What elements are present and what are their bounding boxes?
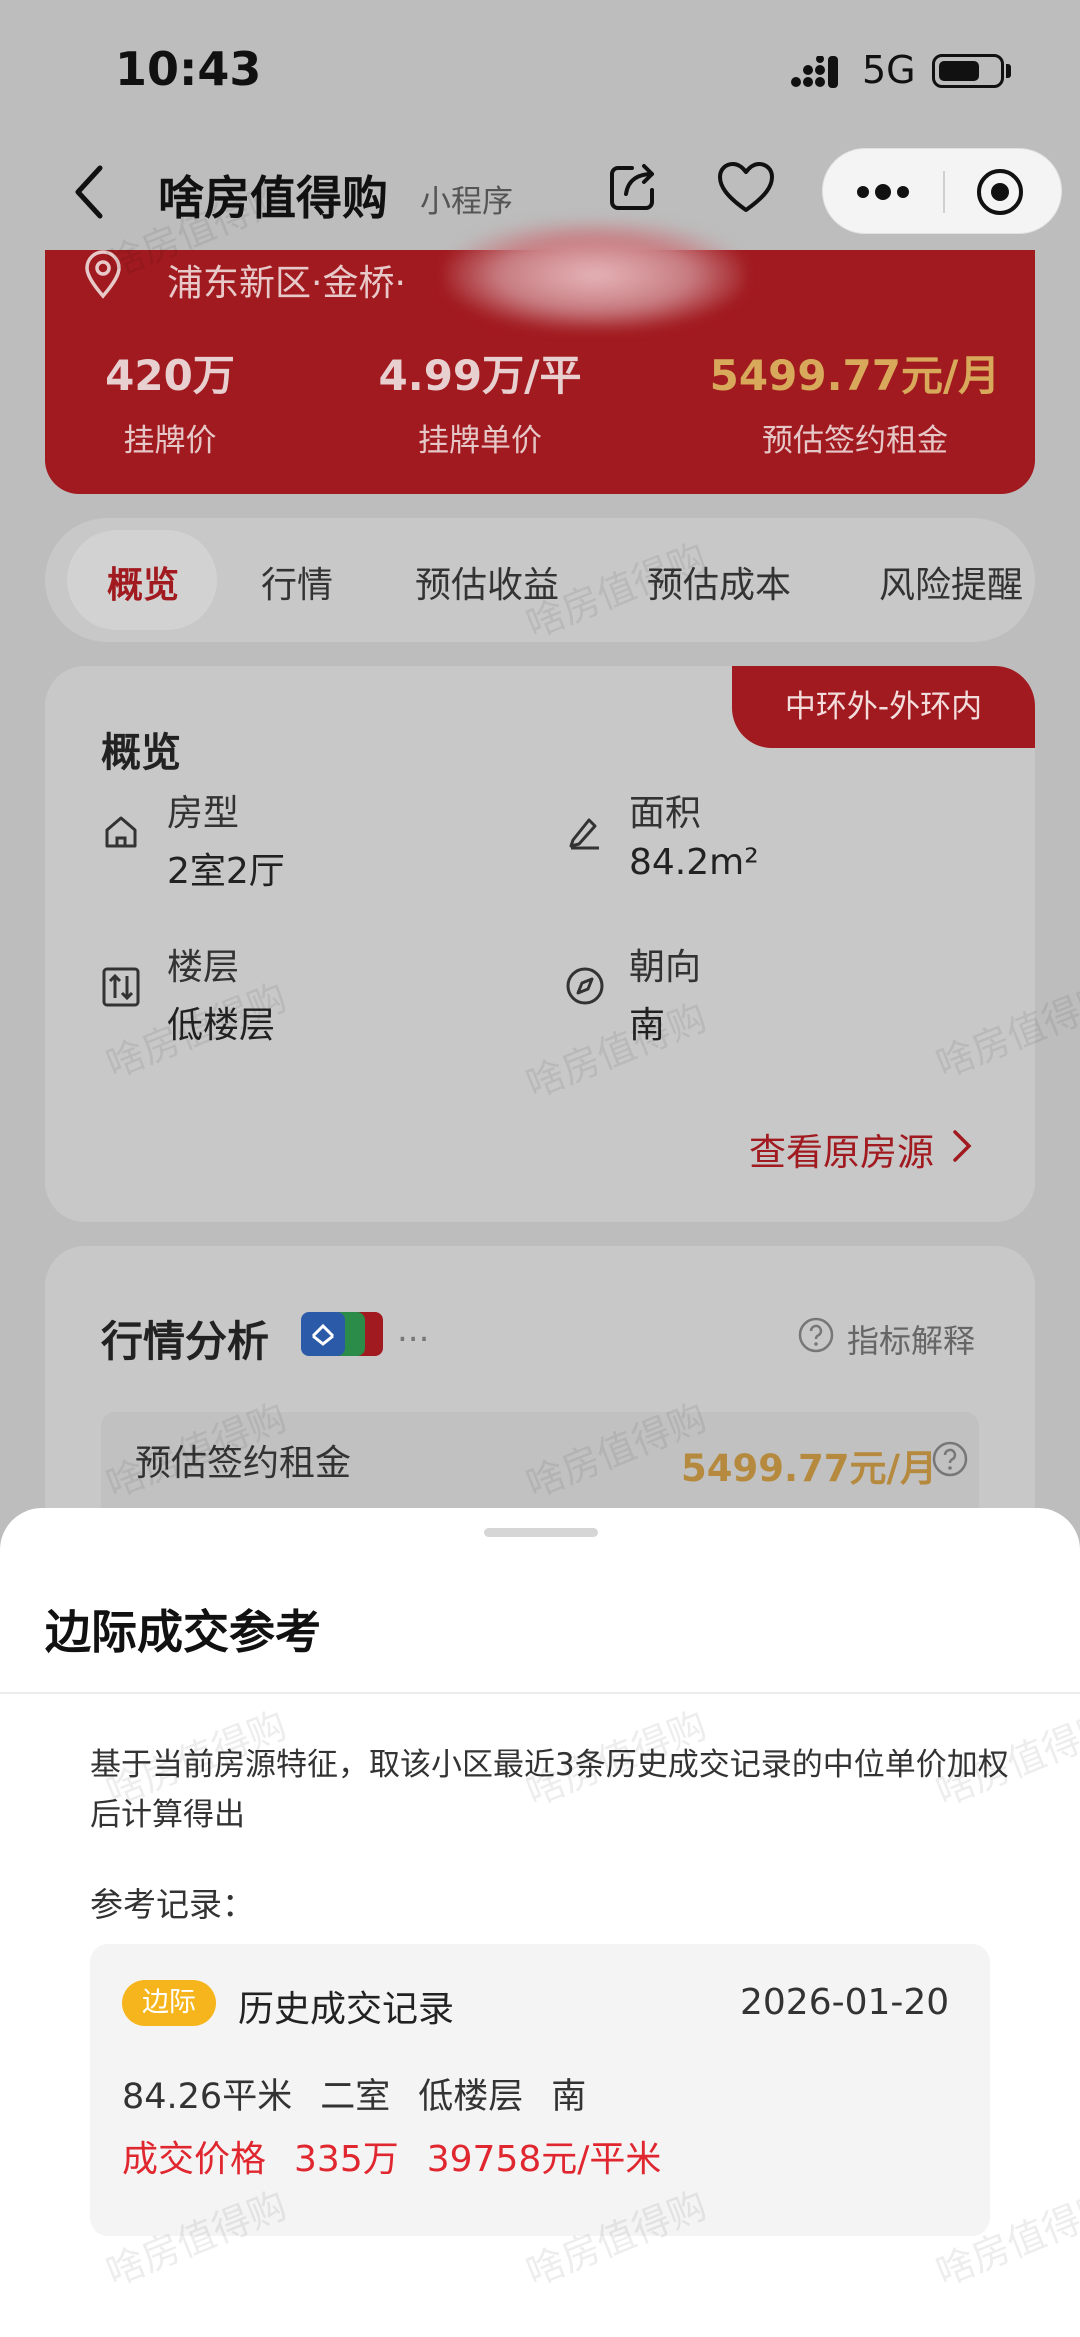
battery-icon [932,54,1004,88]
overview-title: 概览 [101,730,181,776]
area-label: 面积 [629,793,702,834]
record-price-label: 成交价格 [122,2139,267,2180]
record-orientation: 南 [551,2077,587,2117]
record-unit-price: 39758元/平米 [426,2139,662,2180]
indicator-explain-link[interactable]: 指标解释 [847,1316,975,1362]
signal-icon [791,56,838,88]
record-price: 335万 [294,2139,399,2180]
more-icon[interactable] [855,179,911,205]
house-icon [105,816,137,848]
record-price-line: 成交价格 335万 39758元/平米 [122,2130,689,2182]
overview-card: 中环外-外环内 概览 房型 2室2厅 面积 84.2m² 楼层 低楼层 朝向 南… [45,666,1035,1222]
record-rooms: 二室 [320,2077,391,2117]
room-type-label: 房型 [167,793,240,834]
marginal-deal-sheet: 边际成交参考 基于当前房源特征，取该小区最近3条历史成交记录的中位单价加权后计算… [0,1508,1080,2337]
floor-label: 楼层 [167,947,240,988]
source-logos-icon[interactable] [301,1308,401,1360]
sheet-description: 基于当前房源特征，取该小区最近3条历史成交记录的中位单价加权后计算得出 [90,1747,1009,1833]
close-target-icon[interactable] [975,167,1025,217]
stat-unit-price: 4.99万/平 挂牌单价 [378,351,582,459]
section-tabs: 概览 行情 预估收益 预估成本 风险提醒 [45,518,1035,642]
reference-records-label: 参考记录： [90,1885,255,1924]
share-icon[interactable] [604,160,660,216]
estimated-rent-label: 预估签约租金 [135,1443,352,1484]
record-floor: 低楼层 [418,2077,524,2117]
app-subtitle: 小程序 [420,184,513,220]
orientation-value: 南 [629,1005,666,1046]
tab-overview[interactable]: 概览 [107,556,179,608]
floor-icon [102,967,140,1007]
listing-summary-card: 浦东新区·金桥· 420万 挂牌价 4.99万/平 挂牌单价 5499.77元/… [45,220,1035,494]
view-original-listing-link[interactable]: 查看原房源 [749,1122,934,1176]
area-value: 84.2m² [629,842,759,883]
compass-icon [566,967,604,1005]
record-attributes: 84.26平米 二室 低楼层南 [122,2068,614,2119]
room-type-value: 2室2厅 [167,851,285,892]
status-time: 10:43 [115,42,262,96]
stat-estimated-rent: 5499.77元/月 预估签约租金 [709,351,1001,459]
location-text: 浦东新区·金桥· [167,263,406,304]
tab-estimated-income[interactable]: 预估收益 [415,556,559,608]
network-type: 5G [862,48,916,92]
tab-estimated-cost[interactable]: 预估成本 [647,556,791,608]
battery-tip [1006,64,1011,78]
estimated-rent-value: 5499.77元/月 [681,1447,938,1490]
marginal-badge: 边际 [122,1980,216,2026]
sheet-title: 边际成交参考 [45,1605,321,1659]
edit-icon [569,818,599,850]
market-title: 行情分析 [101,1317,270,1366]
orientation-label: 朝向 [629,947,702,988]
estimated-rent-row: 预估签约租金 5499.77元/月 [101,1412,979,1522]
back-icon[interactable] [70,162,106,222]
more-sources-ellipsis: ... [397,1310,430,1350]
reference-record-card: 边际 历史成交记录 2026-01-20 84.26平米 二室 低楼层南 成交价格 3… [90,1944,990,2236]
location-icon [85,250,121,299]
sheet-drag-handle[interactable] [484,1528,598,1537]
floor-value: 低楼层 [167,1005,276,1046]
sheet-divider [0,1692,1080,1694]
ring-zone-badge: 中环外-外环内 [732,666,1035,748]
record-date: 2026-01-20 [740,1982,950,2023]
tab-risk-alert[interactable]: 风险提醒 [879,556,1023,608]
tab-market[interactable]: 行情 [261,556,333,608]
help-icon[interactable] [931,1440,969,1478]
redacted-address [445,220,745,330]
mini-program-capsule [822,148,1062,234]
help-icon[interactable] [797,1316,835,1354]
record-name: 历史成交记录 [238,1989,455,2030]
chevron-right-icon[interactable] [951,1128,973,1164]
favorite-heart-icon[interactable] [716,160,776,216]
stat-list-price: 420万 挂牌价 [105,351,235,459]
app-title: 啥房值得购 [158,171,388,225]
record-area: 84.26平米 [122,2077,293,2117]
